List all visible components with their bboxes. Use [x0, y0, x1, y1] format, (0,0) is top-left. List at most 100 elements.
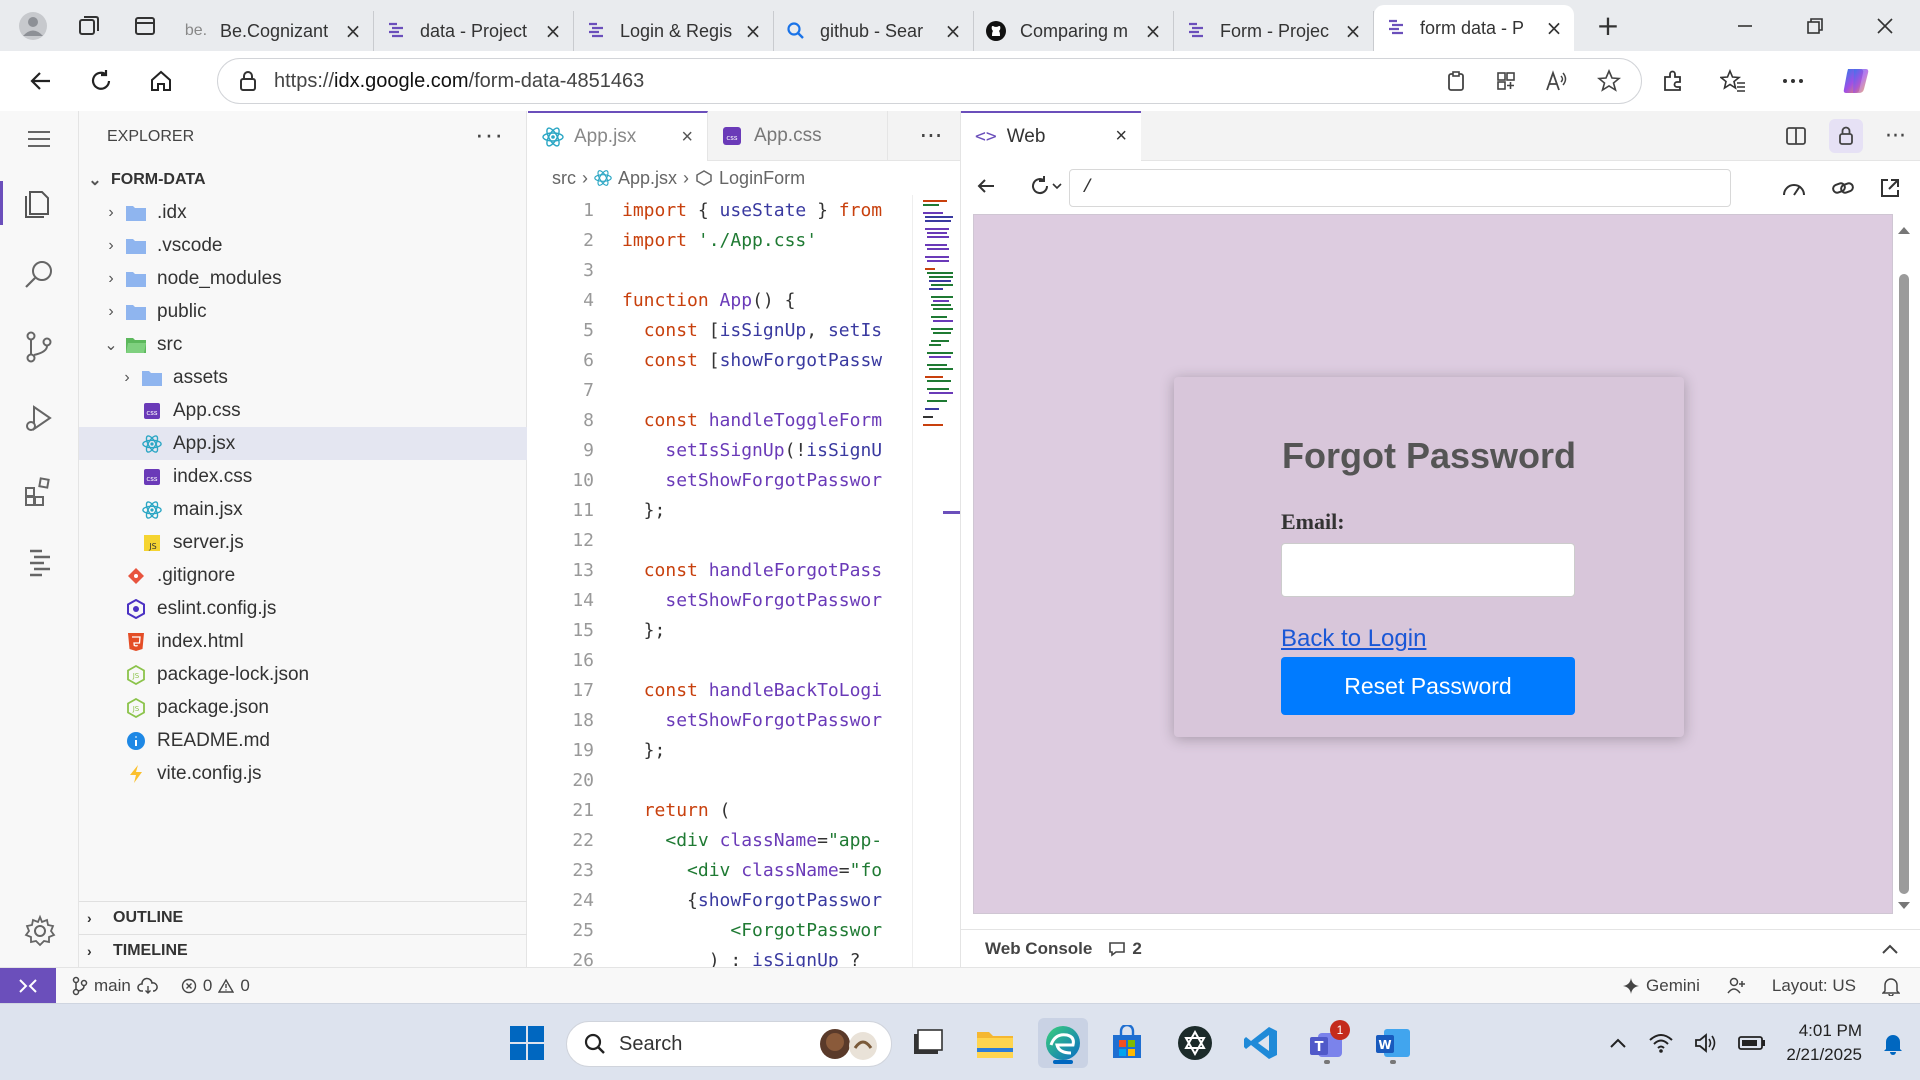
outline-section[interactable]: › OUTLINE [79, 901, 527, 934]
code-line[interactable]: 22 <div className="app- [528, 825, 906, 855]
read-aloud-icon[interactable] [1545, 70, 1569, 92]
chevron-down-icon[interactable]: ⌄ [101, 335, 121, 355]
code-line[interactable]: 9 setIsSignUp(!isSignU [528, 435, 906, 465]
volume-icon[interactable] [1694, 1032, 1718, 1054]
search-icon[interactable] [0, 239, 78, 311]
code-line[interactable]: 25 <ForgotPasswor [528, 915, 906, 945]
preview-reload-icon[interactable] [1029, 175, 1063, 197]
edge-browser-icon[interactable] [1038, 1018, 1088, 1068]
preview-back-icon[interactable] [975, 175, 997, 197]
close-tab-icon[interactable]: × [943, 19, 963, 43]
tree-item[interactable]: css App.css [79, 394, 527, 427]
code-line[interactable]: 2 import './App.css' [528, 225, 906, 255]
close-tab-icon[interactable]: × [1343, 19, 1363, 43]
breadcrumb-item[interactable]: LoginForm [719, 168, 805, 189]
file-explorer-icon[interactable] [970, 1018, 1020, 1068]
chevron-right-icon[interactable]: › [101, 204, 121, 222]
link-icon[interactable] [1831, 177, 1855, 199]
code-area[interactable]: 1 import { useState } from 2 import './App.… [528, 195, 906, 968]
home-button[interactable] [134, 59, 188, 103]
breadcrumb-item[interactable]: src [552, 168, 576, 189]
git-branch-status[interactable]: main [72, 976, 159, 996]
code-line[interactable]: 12 [528, 525, 906, 555]
notification-center-icon[interactable] [1882, 1031, 1904, 1055]
code-line[interactable]: 7 [528, 375, 906, 405]
tree-item[interactable]: README.md [79, 724, 527, 757]
code-line[interactable]: 15 }; [528, 615, 906, 645]
minimap[interactable] [912, 195, 961, 967]
chevron-right-icon[interactable]: › [117, 369, 137, 387]
split-editor-icon[interactable] [1785, 125, 1807, 147]
account-status-icon[interactable] [1726, 976, 1746, 996]
code-line[interactable]: 13 const handleForgotPass [528, 555, 906, 585]
code-line[interactable]: 4 function App() { [528, 285, 906, 315]
taskbar-search-box[interactable]: Search [566, 1021, 892, 1067]
tree-item[interactable]: index.html [79, 625, 527, 658]
preview-url-input[interactable]: / [1069, 169, 1731, 207]
microsoft-store-icon[interactable] [1102, 1018, 1152, 1068]
extensions-view-icon[interactable] [0, 455, 78, 527]
tree-item[interactable]: › public [79, 295, 527, 328]
profile-avatar-icon[interactable] [10, 6, 56, 46]
sync-cloud-icon[interactable] [137, 977, 159, 995]
browser-tab[interactable]: github - Sear × [774, 11, 974, 51]
close-tab-icon[interactable]: × [1115, 125, 1127, 148]
keyboard-layout-status[interactable]: Layout: US [1772, 976, 1856, 996]
open-external-icon[interactable] [1879, 177, 1901, 199]
email-field[interactable] [1281, 543, 1575, 597]
battery-icon[interactable] [1738, 1034, 1766, 1052]
code-line[interactable]: 11 }; [528, 495, 906, 525]
browser-tab[interactable]: Form - Projec × [1174, 11, 1374, 51]
favorite-star-icon[interactable] [1597, 69, 1621, 93]
tab-app-jsx[interactable]: App.jsx × [528, 111, 708, 161]
url-bar[interactable]: https://idx.google.com/form-data-4851463 [217, 58, 1642, 104]
tree-item[interactable]: vite.config.js [79, 757, 527, 790]
tree-item[interactable]: › assets [79, 361, 527, 394]
preview-scrollbar[interactable] [1895, 214, 1913, 914]
browser-tab[interactable]: form data - P × [1374, 5, 1574, 51]
code-line[interactable]: 21 return ( [528, 795, 906, 825]
new-tab-button[interactable]: + [1586, 6, 1630, 46]
code-line[interactable]: 8 const handleToggleForm [528, 405, 906, 435]
code-line[interactable]: 1 import { useState } from [528, 195, 906, 225]
problems-status[interactable]: 0 0 [181, 976, 250, 996]
code-line[interactable]: 17 const handleBackToLogi [528, 675, 906, 705]
tree-item[interactable]: › .vscode [79, 229, 527, 262]
chevron-right-icon[interactable]: › [101, 270, 121, 288]
source-control-icon[interactable] [0, 311, 78, 383]
tree-root-folder[interactable]: ⌄ FORM-DATA [79, 163, 527, 196]
favorites-icon[interactable] [1720, 68, 1746, 94]
browser-tab[interactable]: data - Project × [374, 11, 574, 51]
tree-item[interactable]: App.jsx [79, 427, 527, 460]
run-debug-icon[interactable] [0, 383, 78, 455]
tab-actions-icon[interactable] [122, 6, 168, 46]
back-to-login-link[interactable]: Back to Login [1281, 625, 1426, 653]
code-line[interactable]: 23 <div className="fo [528, 855, 906, 885]
reset-password-button[interactable]: Reset Password [1281, 657, 1575, 715]
main-menu-icon[interactable] [0, 111, 78, 167]
task-view-icon[interactable] [902, 1018, 952, 1068]
code-line[interactable]: 16 [528, 645, 906, 675]
code-line[interactable]: 18 setShowForgotPasswor [528, 705, 906, 735]
browser-tab[interactable]: be. Be.Cognizant × [174, 11, 374, 51]
lock-panel-icon[interactable] [1829, 119, 1864, 153]
performance-gauge-icon[interactable] [1781, 177, 1807, 199]
notifications-bell-icon[interactable] [1882, 976, 1900, 996]
copilot-icon[interactable] [1840, 65, 1872, 97]
scrollbar-thumb[interactable] [1899, 274, 1909, 894]
windows-start-icon[interactable] [502, 1018, 552, 1068]
tab-app-css[interactable]: css App.css [708, 111, 888, 161]
code-line[interactable]: 3 [528, 255, 906, 285]
chevron-right-icon[interactable]: › [101, 303, 121, 321]
refresh-button[interactable] [74, 59, 128, 103]
chevron-up-icon[interactable] [1608, 1036, 1628, 1050]
extensions-icon[interactable] [1660, 68, 1686, 94]
code-line[interactable]: 5 const [isSignUp, setIs [528, 315, 906, 345]
wifi-icon[interactable] [1648, 1032, 1674, 1054]
explorer-files-icon[interactable] [0, 167, 78, 239]
vscode-icon[interactable] [1236, 1018, 1286, 1068]
tree-item[interactable]: › node_modules [79, 262, 527, 295]
tree-item[interactable]: main.jsx [79, 493, 527, 526]
close-tab-icon[interactable]: × [343, 19, 363, 43]
close-tab-icon[interactable]: × [1544, 16, 1564, 40]
